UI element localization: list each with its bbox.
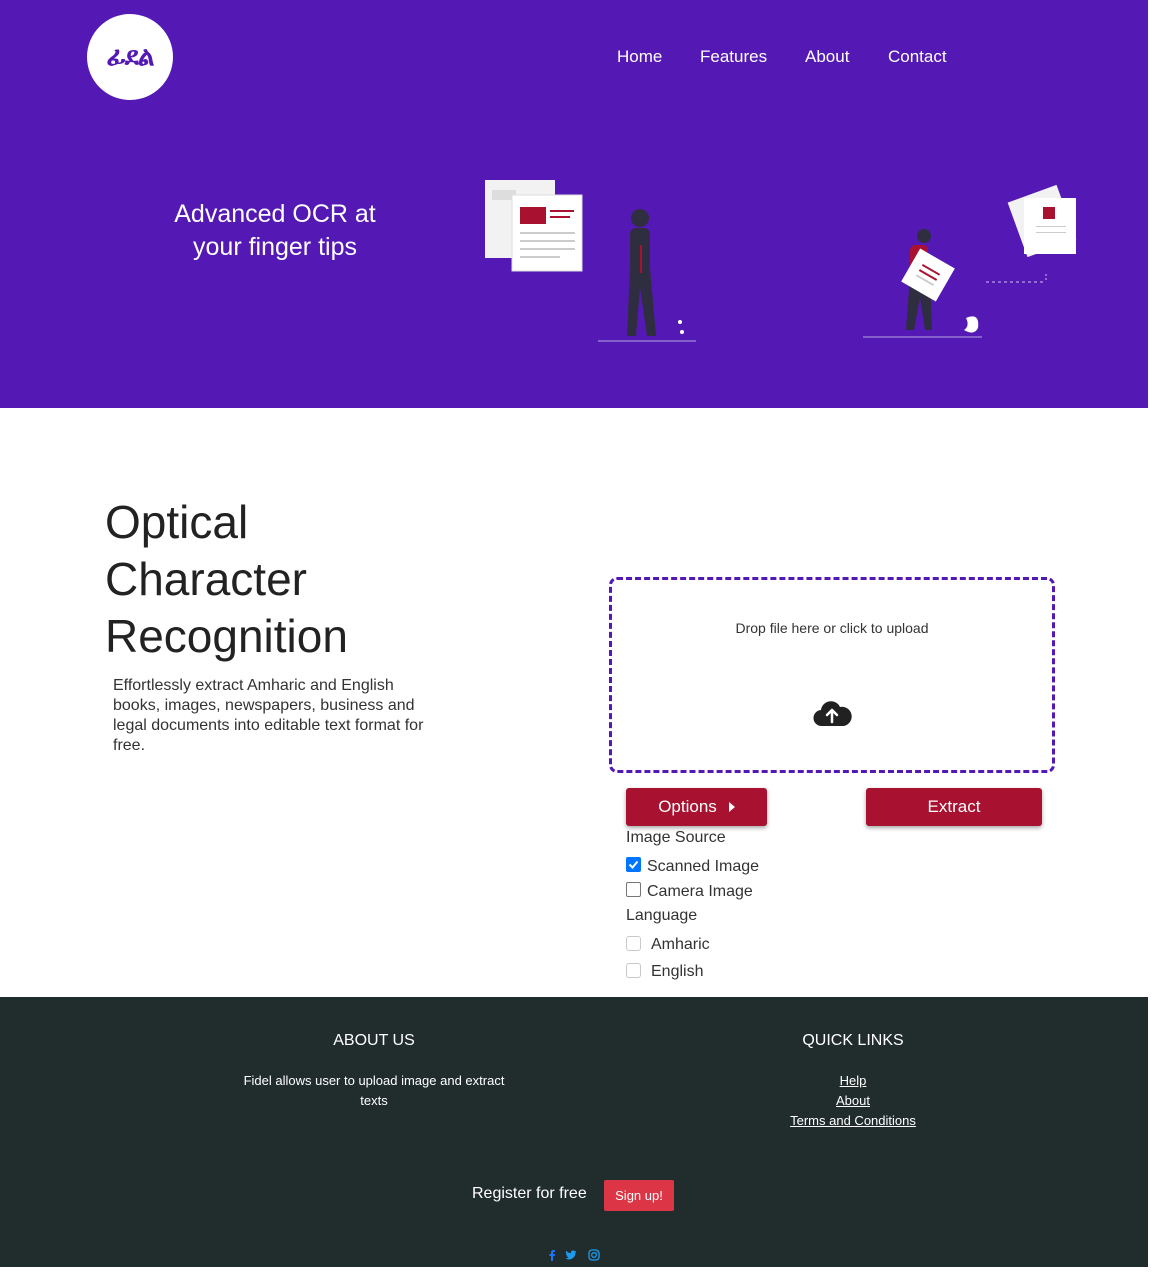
- amharic-label: Amharic: [651, 936, 710, 953]
- nav-home[interactable]: Home: [617, 47, 662, 67]
- page-title-line2: Character: [105, 553, 307, 605]
- page-title-line1: Optical: [105, 496, 249, 548]
- signup-button[interactable]: Sign up!: [604, 1180, 674, 1211]
- file-dropzone[interactable]: Drop file here or click to upload: [609, 577, 1055, 773]
- hero-tagline: Advanced OCR at your finger tips: [140, 198, 410, 264]
- nav-features[interactable]: Features: [700, 47, 767, 67]
- quick-links-heading: QUICK LINKS: [802, 1032, 904, 1049]
- hero-tagline-line1: Advanced OCR at: [174, 200, 376, 228]
- checkmark-icon: [628, 860, 639, 869]
- about-us-heading: ABOUT US: [333, 1032, 415, 1049]
- about-us-text: Fidel allows user to upload image and ex…: [224, 1071, 524, 1111]
- logo[interactable]: ፊደል: [87, 14, 173, 100]
- scanned-image-checkbox[interactable]: [626, 857, 641, 872]
- footer-link-terms[interactable]: Terms and Conditions: [753, 1113, 953, 1128]
- options-button[interactable]: Options: [626, 788, 767, 826]
- dropzone-text: Drop file here or click to upload: [735, 620, 929, 636]
- hero-header: ፊደል Home Features About Contact Advanced…: [0, 0, 1148, 408]
- extract-button[interactable]: Extract: [866, 788, 1042, 826]
- camera-image-checkbox[interactable]: [626, 882, 641, 897]
- twitter-icon[interactable]: [565, 1249, 577, 1261]
- english-label: English: [651, 963, 704, 980]
- about-us-text-line1: Fidel allows user to upload image and ex…: [243, 1073, 505, 1088]
- facebook-icon[interactable]: [546, 1249, 558, 1261]
- page-title: Optical Character Recognition: [105, 494, 348, 665]
- instagram-icon[interactable]: [588, 1249, 600, 1261]
- register-text: Register for free: [472, 1185, 587, 1202]
- nav-contact[interactable]: Contact: [888, 47, 947, 67]
- footer-link-help[interactable]: Help: [753, 1073, 953, 1088]
- page-description: Effortlessly extract Amharic and English…: [113, 677, 424, 754]
- scanned-image-label: Scanned Image: [647, 858, 760, 875]
- english-checkbox[interactable]: [626, 963, 641, 978]
- cloud-upload-icon: [813, 701, 852, 727]
- hero-illustration: [485, 180, 1077, 342]
- camera-image-label: Camera Image: [647, 883, 753, 900]
- footer: ABOUT US Fidel allows user to upload ima…: [0, 997, 1148, 1267]
- about-us-text-line2: texts: [360, 1093, 388, 1108]
- options-label: Options: [658, 797, 717, 816]
- nav-about[interactable]: About: [805, 47, 849, 67]
- page-title-line3: Recognition: [105, 610, 348, 662]
- language-label: Language: [626, 907, 698, 924]
- footer-link-about[interactable]: About: [753, 1093, 953, 1108]
- amharic-checkbox[interactable]: [626, 936, 641, 951]
- hero-tagline-line2: your finger tips: [193, 233, 357, 261]
- logo-text: ፊደል: [106, 41, 155, 72]
- caret-right-icon: [728, 802, 735, 812]
- image-source-label: Image Source: [626, 829, 726, 846]
